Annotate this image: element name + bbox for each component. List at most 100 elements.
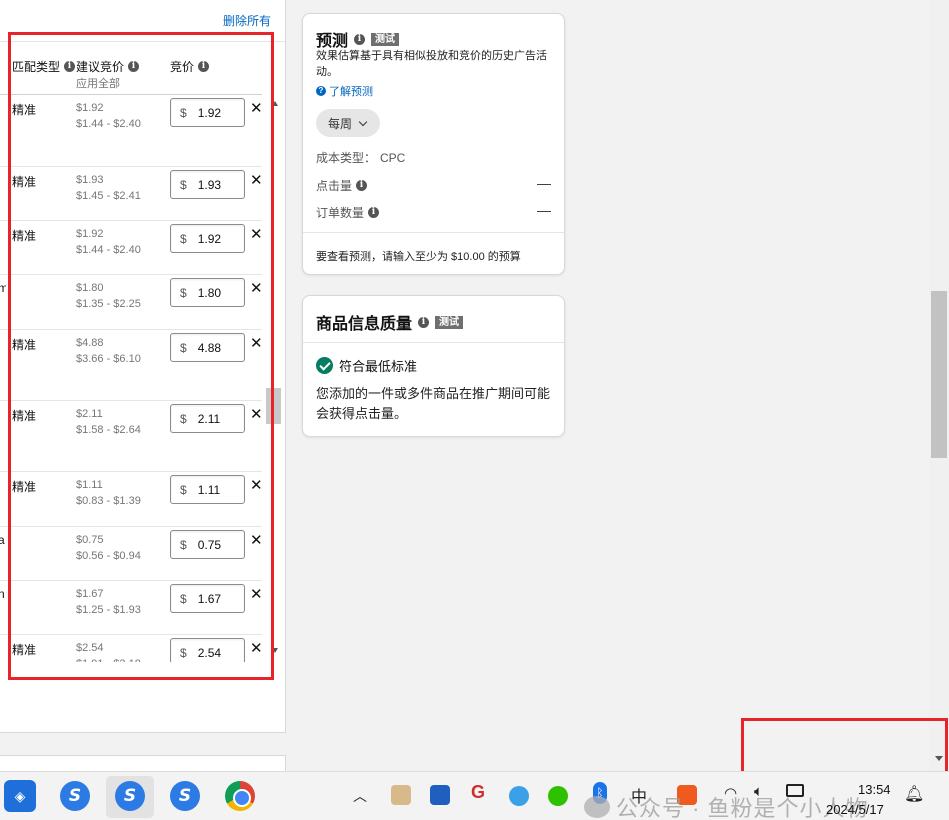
bid-value[interactable]: 0.75 (198, 538, 221, 552)
suggested-bid: $2.54 $1.91 - $3.18 (76, 640, 141, 662)
remove-keyword-icon[interactable]: ✕ (250, 225, 262, 243)
browser-s-icon[interactable]: S (59, 780, 91, 812)
divider (303, 232, 564, 233)
chrome-icon[interactable] (224, 780, 256, 812)
bid-input[interactable]: $0.75 (170, 530, 245, 559)
suggested-bid-value: $1.92 (76, 102, 104, 114)
scroll-thumb[interactable] (266, 388, 281, 424)
match-type: 精准 (12, 480, 37, 494)
scroll-down-icon[interactable] (272, 648, 278, 653)
bid-value[interactable]: 1.92 (198, 106, 221, 120)
bid-input[interactable]: $1.92 (170, 224, 245, 253)
keyword-rows: 精准 $1.92 $1.44 - $2.40 $1.92 ✕ 精准 $1.93 $1.45 -… (0, 95, 262, 662)
keyword-row: m $1.80 $1.35 - $2.25 $1.80 ✕ (0, 275, 262, 330)
learn-forecast-link[interactable]: ? 了解预测 (316, 83, 373, 99)
match-type: n (0, 587, 5, 601)
bid-value[interactable]: 1.80 (198, 286, 221, 300)
bid-input[interactable]: $1.11 (170, 475, 245, 504)
info-icon[interactable]: i (198, 61, 210, 72)
remove-keyword-icon[interactable]: ✕ (250, 639, 262, 657)
bid-value[interactable]: 1.11 (198, 483, 220, 497)
app-blue-icon[interactable] (509, 786, 529, 806)
bid-input[interactable]: $1.67 (170, 584, 245, 613)
col-match-type: 匹配类型 i (12, 58, 76, 75)
bid-value[interactable]: 1.92 (198, 232, 221, 246)
security-shield-icon[interactable] (430, 785, 450, 805)
keyword-scrollbar[interactable] (265, 97, 283, 662)
remove-all-link[interactable]: 删除所有 (223, 12, 271, 29)
app-shield-icon[interactable]: ◈ (4, 780, 36, 812)
clock-time[interactable]: 13:54 (858, 782, 891, 797)
browser-s-glyph: S (170, 781, 200, 811)
browser-s-glyph: S (60, 781, 90, 811)
suggested-bid: $4.88 $3.66 - $6.10 (76, 335, 141, 367)
page-scroll-thumb[interactable] (931, 291, 947, 458)
keyword-row: 精准 $2.54 $1.91 - $3.18 $2.54 ✕ (0, 635, 262, 662)
info-icon[interactable]: i (418, 316, 430, 328)
suggested-bid-range: $1.58 - $2.64 (76, 424, 141, 436)
period-value: 每周 (328, 116, 353, 131)
remove-keyword-icon[interactable]: ✕ (250, 531, 262, 549)
currency-symbol: $ (180, 537, 187, 552)
bid-value[interactable]: 4.88 (198, 341, 221, 355)
suggested-bid-value: $1.93 (76, 174, 104, 186)
browser-s-glyph: S (115, 781, 145, 811)
remove-keyword-icon[interactable]: ✕ (250, 405, 262, 423)
clock-date[interactable]: 2024/5/17 (826, 802, 884, 817)
keyword-panel: 删除所有 匹配类型 i 建议竞价 i 应用全部 竞价 i 精准 $1.92 $1.4… (0, 0, 286, 733)
suggested-bid-value: $1.11 (76, 479, 103, 491)
clicks-value: — (537, 175, 551, 191)
info-icon[interactable]: i (64, 61, 76, 72)
suggested-bid-range: $1.35 - $2.25 (76, 298, 141, 310)
info-icon[interactable]: i (128, 61, 140, 72)
remove-keyword-icon[interactable]: ✕ (250, 171, 262, 189)
bid-input[interactable]: $2.54 (170, 638, 245, 662)
scroll-up-icon[interactable] (272, 101, 278, 106)
scroll-down-icon[interactable] (935, 756, 943, 761)
bid-value[interactable]: 1.67 (198, 592, 221, 606)
question-icon: ? (316, 86, 326, 96)
info-icon[interactable]: i (368, 207, 380, 218)
check-circle-icon (316, 357, 333, 374)
remove-keyword-icon[interactable]: ✕ (250, 279, 262, 297)
currency-symbol: $ (180, 340, 187, 355)
bid-input[interactable]: $1.93 (170, 170, 245, 199)
suggested-bid: $2.11 $1.58 - $2.64 (76, 406, 141, 438)
chevron-down-icon (358, 117, 368, 126)
match-type: a (0, 533, 5, 547)
app-red-icon[interactable]: G (471, 782, 485, 803)
notification-bell-icon[interactable]: 🔔︎ (904, 784, 924, 804)
learn-forecast-text: 了解预测 (329, 86, 373, 98)
info-icon[interactable]: i (356, 180, 368, 191)
bid-input[interactable]: $1.80 (170, 278, 245, 307)
bid-input[interactable]: $4.88 (170, 333, 245, 362)
suggested-bid-range: $1.45 - $2.41 (76, 190, 141, 202)
show-hidden-icons-icon[interactable]: ︿ (353, 786, 367, 806)
bid-input[interactable]: $1.92 (170, 98, 245, 127)
cat-app-icon[interactable] (391, 785, 411, 805)
remove-keyword-icon[interactable]: ✕ (250, 99, 262, 117)
currency-symbol: $ (180, 285, 187, 300)
bid-value[interactable]: 1.93 (198, 178, 221, 192)
bid-input[interactable]: $2.11 (170, 404, 245, 433)
col-match-label: 匹配类型 (12, 60, 61, 74)
remove-keyword-icon[interactable]: ✕ (250, 585, 262, 603)
match-type: 精准 (12, 338, 37, 352)
currency-symbol: $ (180, 231, 187, 246)
browser-s-icon[interactable]: S (169, 780, 201, 812)
keyword-row: 精准 $1.92 $1.44 - $2.40 $1.92 ✕ (0, 95, 262, 167)
remove-keyword-icon[interactable]: ✕ (250, 476, 262, 494)
browser-s-icon[interactable]: S (114, 780, 146, 812)
match-type: 精准 (12, 643, 37, 657)
period-dropdown[interactable]: 每周 (316, 109, 380, 137)
suggested-bid: $1.67 $1.25 - $1.93 (76, 586, 141, 618)
apply-all-link[interactable]: 应用全部 (76, 75, 120, 91)
bid-value[interactable]: 2.54 (198, 646, 221, 660)
bid-value[interactable]: 2.11 (198, 412, 220, 426)
col-bid-label: 竞价 (170, 60, 195, 74)
currency-symbol: $ (180, 591, 187, 606)
listing-quality-card: 商品信息质量 i 测试 符合最低标准 您添加的一件或多件商品在推广期间可能会获得… (302, 295, 565, 437)
info-icon[interactable]: i (354, 33, 366, 45)
remove-keyword-icon[interactable]: ✕ (250, 334, 262, 352)
wechat-icon[interactable] (548, 786, 568, 806)
